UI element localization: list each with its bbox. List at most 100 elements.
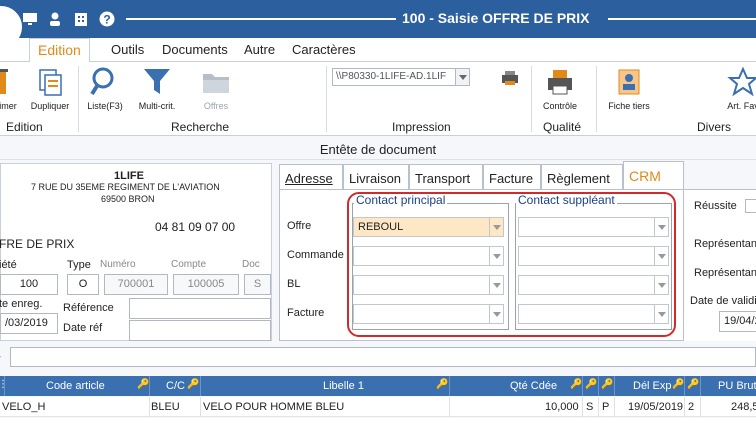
ribbon-separator	[326, 66, 327, 132]
user-icon[interactable]	[47, 11, 63, 27]
col-del-exp[interactable]: Dél Exp	[633, 380, 672, 392]
date-validite-field[interactable]: 19/04/2	[719, 311, 756, 332]
key-icon[interactable]: 🔑	[601, 379, 613, 390]
offres-button[interactable]: Offres	[196, 66, 236, 111]
tab-crm[interactable]: CRM	[623, 161, 684, 190]
search-icon	[90, 67, 114, 96]
tab-livraison[interactable]: Livraison	[343, 164, 409, 190]
key-icon[interactable]: 🔑	[187, 379, 199, 390]
help-icon[interactable]: ?	[99, 11, 115, 27]
multi-crit-button[interactable]: Multi-crit.	[134, 66, 180, 111]
tab-label: Transport	[415, 171, 471, 186]
column-separator	[449, 376, 450, 396]
date-ref-field[interactable]	[129, 320, 271, 341]
reussite-label: Réussite	[694, 200, 737, 212]
tab-facture[interactable]: Facture	[483, 164, 541, 190]
search-input[interactable]	[10, 347, 756, 367]
company-address: 7 RUE DU 35EME REGIMENT DE L'AVIATION	[31, 182, 220, 192]
document-type-title: FRE DE PRIX	[0, 237, 75, 251]
column-separator	[200, 376, 201, 396]
filter-icon	[144, 69, 170, 94]
col-pu-brut[interactable]: PU Brut	[718, 380, 756, 392]
cell-pu-brut[interactable]: 248,5	[731, 401, 756, 413]
document-header-panel: 1LIFE 7 RUE DU 35EME REGIMENT DE L'AVIAT…	[0, 163, 272, 341]
fiche-tiers-label: Fiche tiers	[608, 101, 650, 111]
controle-button[interactable]: Contrôle	[538, 66, 582, 111]
date-enreg-label: te enreg.	[0, 298, 43, 310]
fiche-tiers-button[interactable]: Fiche tiers	[604, 66, 654, 111]
cell-n[interactable]: 2	[688, 401, 694, 413]
key-icon[interactable]: 🔑	[585, 379, 597, 390]
cell-p[interactable]: P	[602, 401, 609, 413]
menu-documents[interactable]: Documents	[162, 42, 228, 57]
liste-button[interactable]: Liste(F3)	[84, 66, 126, 111]
facture-label: Facture	[287, 307, 325, 319]
key-icon[interactable]: 🔑	[436, 379, 448, 390]
menu-outils[interactable]: Outils	[111, 42, 144, 57]
compte-field[interactable]: 100005	[173, 274, 239, 295]
col-cc[interactable]: C/C	[166, 380, 185, 392]
print-edition-label: imer	[0, 101, 17, 111]
group-impression-label: Impression	[392, 120, 451, 134]
cell-qte-cdee[interactable]: 10,000	[545, 401, 579, 413]
col-code-article[interactable]: Code article	[46, 380, 105, 392]
date-enreg-field[interactable]: /03/2019	[0, 313, 58, 334]
col-qte-cdee[interactable]: Qté Cdée	[510, 380, 557, 392]
key-icon[interactable]: 🔑	[672, 379, 684, 390]
ribbon-separator	[531, 66, 532, 132]
column-separator	[149, 397, 150, 417]
menu-edition[interactable]: Edition	[29, 38, 90, 63]
column-separator	[700, 397, 701, 417]
menu-caracteres[interactable]: Caractères	[292, 42, 356, 57]
folder-icon	[203, 74, 229, 93]
chevron-right-icon[interactable]: ▸	[0, 352, 1, 361]
printer-select-value: \\P80330-1LIFE-AD.1LIF	[336, 71, 447, 82]
column-separator	[4, 376, 5, 396]
col-libelle[interactable]: Libelle 1	[323, 380, 364, 392]
cell-cc[interactable]: BLEU	[151, 401, 180, 413]
cell-code-article[interactable]: VELO_H	[2, 401, 45, 413]
reussite-field[interactable]	[745, 199, 756, 213]
print-edition-button[interactable]: imer	[0, 66, 22, 111]
contact-card-icon	[618, 69, 640, 95]
type-field[interactable]: O	[67, 274, 99, 295]
societe-field[interactable]: 100	[0, 274, 58, 295]
grid-empty-area	[0, 418, 756, 431]
svg-text:?: ?	[103, 13, 110, 27]
offres-label: Offres	[203, 101, 229, 111]
doc-field[interactable]: S	[244, 274, 271, 295]
liste-label: Liste(F3)	[87, 101, 123, 111]
menu-bar: Edition Outils Documents Autre Caractère…	[0, 38, 756, 63]
key-icon[interactable]: 🔑	[687, 379, 699, 390]
table-row[interactable]: VELO_H BLEU VELO POUR HOMME BLEU 10,000 …	[0, 397, 756, 417]
art-fav-button[interactable]: Art. Fav	[718, 66, 756, 111]
tab-reglement[interactable]: Règlement	[541, 164, 623, 190]
company-city: 69500 BRON	[101, 194, 155, 204]
menu-autre[interactable]: Autre	[244, 42, 275, 57]
key-icon[interactable]: 🔑	[137, 379, 149, 390]
column-separator	[614, 376, 615, 396]
monitor-icon[interactable]	[22, 11, 38, 27]
tab-adresse[interactable]: Adresse	[279, 164, 343, 190]
cell-del-exp[interactable]: 19/05/2019	[628, 401, 683, 413]
title-rule-left	[126, 18, 396, 20]
numero-field[interactable]: 700001	[104, 274, 168, 295]
tab-transport[interactable]: Transport	[409, 164, 483, 190]
contacts-highlight-outline	[347, 192, 676, 337]
group-recherche-label: Recherche	[171, 120, 230, 134]
dupliquer-button[interactable]: Dupliquer	[28, 66, 72, 111]
key-icon[interactable]: 🔑	[570, 379, 582, 390]
chevron-down-icon[interactable]	[455, 69, 469, 85]
compte-label: Compte	[171, 259, 207, 270]
column-separator	[614, 397, 615, 417]
printer-select[interactable]: \\P80330-1LIFE-AD.1LIF	[332, 68, 470, 86]
cell-libelle[interactable]: VELO POUR HOMME BLEU	[203, 401, 344, 413]
star-icon	[727, 66, 756, 97]
reference-field[interactable]	[129, 298, 271, 319]
bl-label: BL	[287, 278, 301, 290]
multi-crit-label: Multi-crit.	[138, 101, 176, 111]
printer-icon[interactable]	[500, 70, 520, 89]
cell-s[interactable]: S	[586, 401, 593, 413]
duplicate-icon	[39, 69, 62, 96]
building-icon[interactable]	[73, 11, 89, 27]
